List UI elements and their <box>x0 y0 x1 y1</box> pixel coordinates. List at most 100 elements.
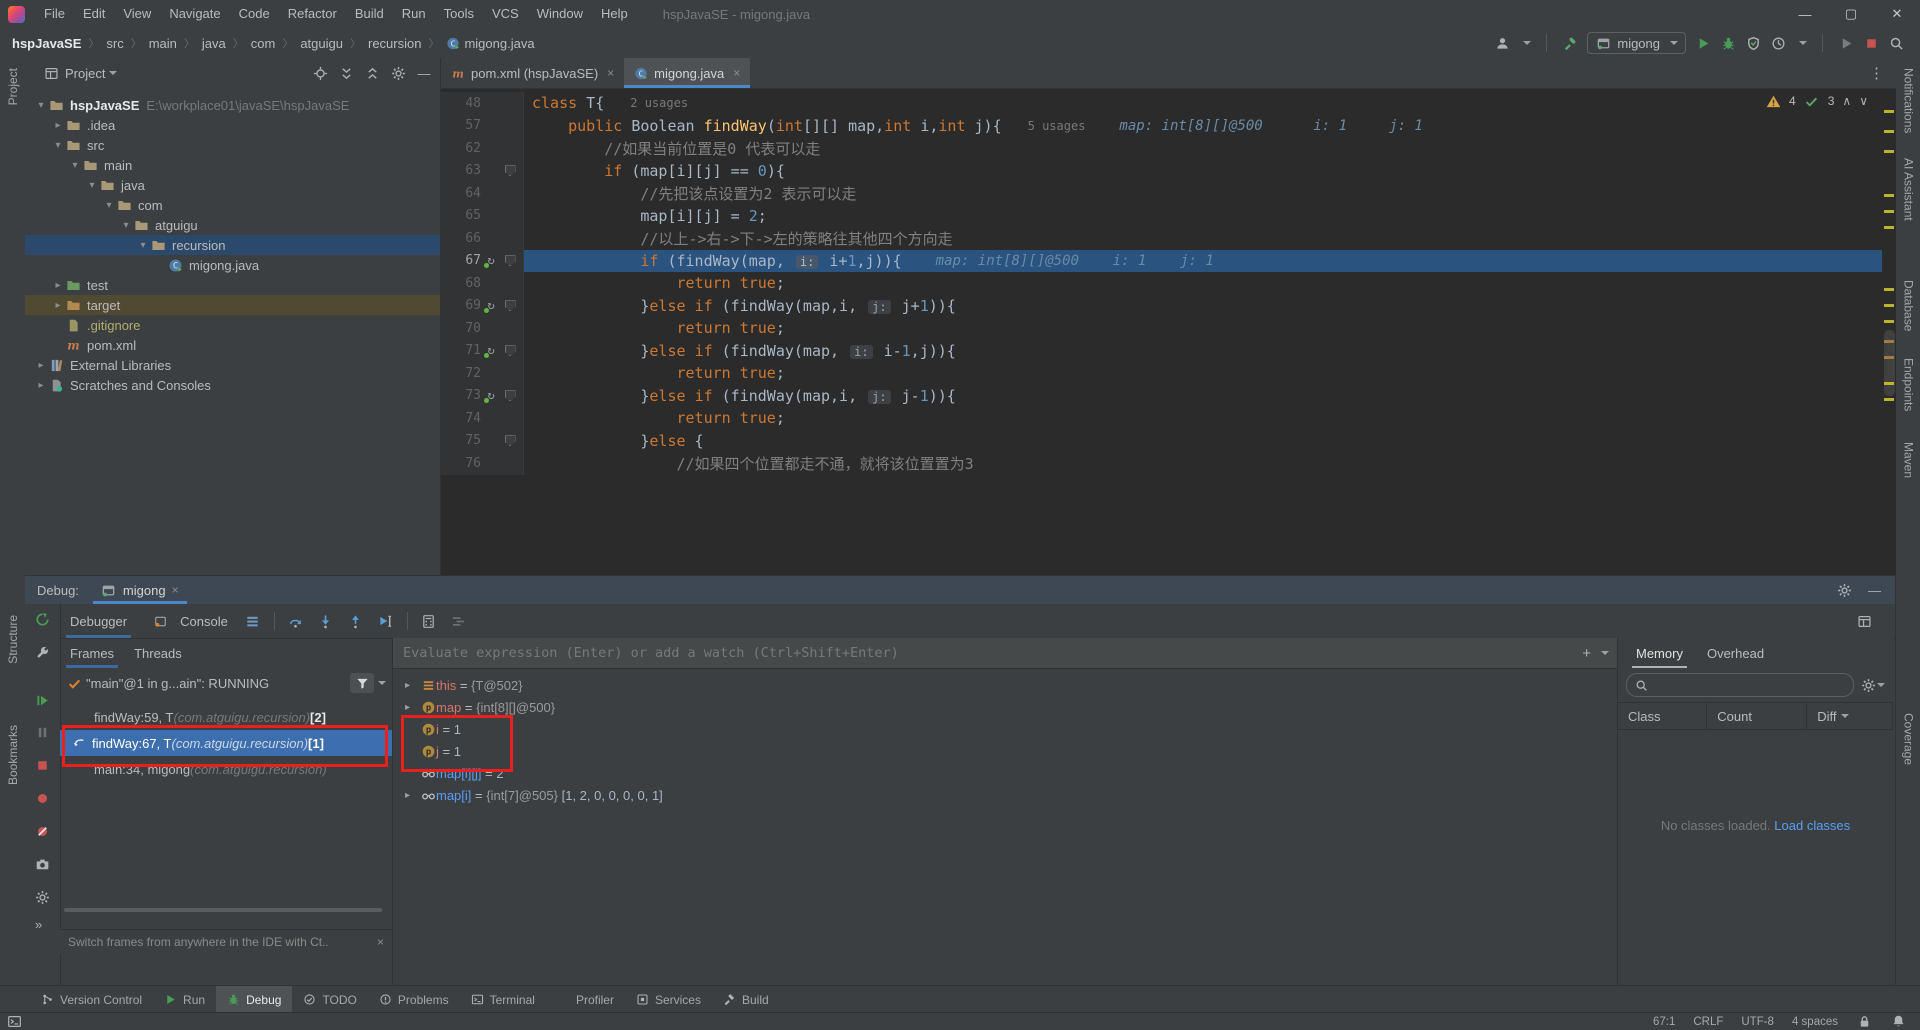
menu-item-refactor[interactable]: Refactor <box>279 6 346 21</box>
expand-all-icon[interactable] <box>338 65 354 81</box>
project-panel-title[interactable]: Project <box>65 66 105 81</box>
recursive-call-icon[interactable]: ↻ <box>485 254 498 267</box>
memory-settings-gear-icon[interactable] <box>1860 677 1876 693</box>
resume-button[interactable] <box>34 692 50 708</box>
user-icon[interactable] <box>1494 35 1510 51</box>
code-line-64[interactable]: 64 //先把该点设置为2 表示可以走 <box>441 182 1882 205</box>
editor-tab[interactable]: Cmigong.java× <box>624 58 750 88</box>
code-line-70[interactable]: 70 return true; <box>441 317 1882 340</box>
menu-item-run[interactable]: Run <box>393 6 435 21</box>
debugger-settings-button[interactable] <box>34 889 50 905</box>
stripe-mark[interactable] <box>1884 398 1894 401</box>
toolwindow-button-services[interactable]: Services <box>625 986 712 1013</box>
step-into-icon[interactable] <box>318 613 334 629</box>
code-line-69[interactable]: 69↻ }else if (findWay(map,i, j: j+1)){ <box>441 295 1882 318</box>
breadcrumb-item[interactable]: main <box>149 36 177 51</box>
load-classes-link[interactable]: Load classes <box>1774 818 1850 833</box>
memory-tab-memory[interactable]: Memory <box>1624 638 1695 668</box>
variable-row-map[i][interactable]: ▸map[i] = {int[7]@505} [1, 2, 0, 0, 0, 0… <box>393 784 1617 806</box>
code-line-57[interactable]: 57 public Boolean findWay(int[][] map,in… <box>441 115 1882 138</box>
breadcrumb-item[interactable]: recursion <box>368 36 421 51</box>
breadcrumb-item[interactable]: Cmigong.java <box>446 36 534 51</box>
build-hammer-icon[interactable] <box>1562 35 1578 51</box>
toolwindow-button-todo[interactable]: TODO <box>292 986 367 1013</box>
tree-chevron-icon[interactable]: ▾ <box>135 240 151 251</box>
gutter[interactable]: 71↻ <box>441 340 524 363</box>
stop-button[interactable] <box>1863 35 1879 51</box>
line-separator[interactable]: CRLF <box>1693 1016 1723 1028</box>
step-out-icon[interactable] <box>348 613 364 629</box>
tab-options-icon[interactable]: ⋮ <box>1857 58 1896 88</box>
stripe-mark[interactable] <box>1884 320 1894 323</box>
debug-tab-console[interactable]: Console <box>137 604 238 638</box>
memory-column-diff[interactable]: Diff <box>1807 703 1893 729</box>
tree-item-Scratches and Consoles[interactable]: ▸Scratches and Consoles <box>25 375 440 395</box>
indent-style[interactable]: 4 spaces <box>1792 1016 1838 1028</box>
tool-strip-item-project[interactable]: Project <box>0 68 25 105</box>
recursive-call-icon[interactable]: ↻ <box>485 389 498 402</box>
fold-marker-icon[interactable] <box>505 435 516 446</box>
tree-chevron-icon[interactable]: ▾ <box>118 220 134 231</box>
tree-item-migong.java[interactable]: Cmigong.java <box>25 255 440 275</box>
tree-item-recursion[interactable]: ▾recursion <box>25 235 440 255</box>
memory-column-count[interactable]: Count <box>1707 703 1807 729</box>
run-configuration-select[interactable]: migong <box>1587 32 1686 54</box>
tree-item-External Libraries[interactable]: ▸External Libraries <box>25 355 440 375</box>
code-area[interactable]: 48class T{2 usages57 public Boolean find… <box>441 88 1896 575</box>
tree-item-test[interactable]: ▸test <box>25 275 440 295</box>
toolwindow-button-debug[interactable]: Debug <box>216 986 292 1013</box>
memory-settings-dropdown[interactable] <box>1877 683 1885 687</box>
code-line-75[interactable]: 75 }else { <box>441 430 1882 453</box>
gutter[interactable]: 67↻ <box>441 250 524 273</box>
memory-tab-overhead[interactable]: Overhead <box>1695 638 1776 668</box>
toolwindow-button-terminal[interactable]: Terminal <box>460 986 546 1013</box>
stop-button[interactable] <box>34 757 50 773</box>
variable-row-j[interactable]: pj = 1 <box>393 740 1617 762</box>
menu-item-tools[interactable]: Tools <box>435 6 483 21</box>
code-line-67[interactable]: 67↻ if (findWay(map, i: i+1,j)){map: int… <box>441 250 1882 273</box>
view-breakpoints-button[interactable] <box>34 790 50 806</box>
fold-marker-icon[interactable] <box>505 345 516 356</box>
file-encoding[interactable]: UTF-8 <box>1741 1016 1774 1028</box>
rerun-button[interactable] <box>34 611 50 627</box>
menu-item-navigate[interactable]: Navigate <box>160 6 229 21</box>
add-watch-icon[interactable]: + <box>1582 645 1591 662</box>
tree-chevron-icon[interactable]: ▸ <box>50 280 66 291</box>
tool-strip-item-coverage[interactable]: Coverage <box>1896 713 1920 765</box>
more-actions-icon[interactable]: » <box>35 917 42 932</box>
breadcrumb-item[interactable]: atguigu <box>300 36 343 51</box>
minimize-button[interactable]: — <box>1782 0 1828 28</box>
close-tab-icon[interactable]: × <box>733 66 740 80</box>
code-line-73[interactable]: 73↻ }else if (findWay(map,i, j: j-1)){ <box>441 385 1882 408</box>
toolwindow-button-problems[interactable]: Problems <box>368 986 460 1013</box>
step-over-icon[interactable] <box>288 613 304 629</box>
code-line-48[interactable]: 48class T{2 usages <box>441 92 1882 115</box>
tree-chevron-icon[interactable]: ▸ <box>33 380 49 391</box>
variable-row-map[interactable]: ▸pmap = {int[8][]@500} <box>393 696 1617 718</box>
collapse-all-icon[interactable] <box>364 65 380 81</box>
hide-library-frames-filter[interactable] <box>350 673 374 693</box>
hide-panel-icon[interactable]: — <box>416 65 432 81</box>
code-line-62[interactable]: 62 //如果当前位置是0 代表可以走 <box>441 137 1882 160</box>
close-session-icon[interactable]: × <box>172 583 179 597</box>
fold-marker-icon[interactable] <box>505 255 516 266</box>
thread-selector[interactable]: "main"@1 in g...ain": RUNNING <box>60 668 392 698</box>
tree-item-pom.xml[interactable]: mpom.xml <box>25 335 440 355</box>
tree-item-target[interactable]: ▸target <box>25 295 440 315</box>
restore-layout-icon[interactable] <box>1856 613 1872 629</box>
stripe-mark[interactable] <box>1884 194 1894 197</box>
toolwindow-button-version-control[interactable]: Version Control <box>30 986 153 1013</box>
evaluate-expression-input[interactable] <box>401 644 1576 662</box>
memory-column-class[interactable]: Class <box>1618 703 1707 729</box>
toolwindow-button-build[interactable]: Build <box>712 986 780 1013</box>
menu-item-file[interactable]: File <box>35 6 74 21</box>
stripe-mark[interactable] <box>1884 304 1894 307</box>
variable-row-this[interactable]: ▸this = {T@502} <box>393 674 1617 696</box>
tool-strip-item-bookmarks[interactable]: Bookmarks <box>0 725 25 785</box>
close-button[interactable]: ✕ <box>1874 0 1920 28</box>
run-button[interactable] <box>1695 35 1711 51</box>
stack-frame[interactable]: main:34, migong (com.atguigu.recursion) <box>60 756 392 782</box>
evaluate-expression-icon[interactable] <box>421 613 437 629</box>
tool-strip-item-maven[interactable]: Maven <box>1896 442 1920 478</box>
fold-marker-icon[interactable] <box>505 300 516 311</box>
